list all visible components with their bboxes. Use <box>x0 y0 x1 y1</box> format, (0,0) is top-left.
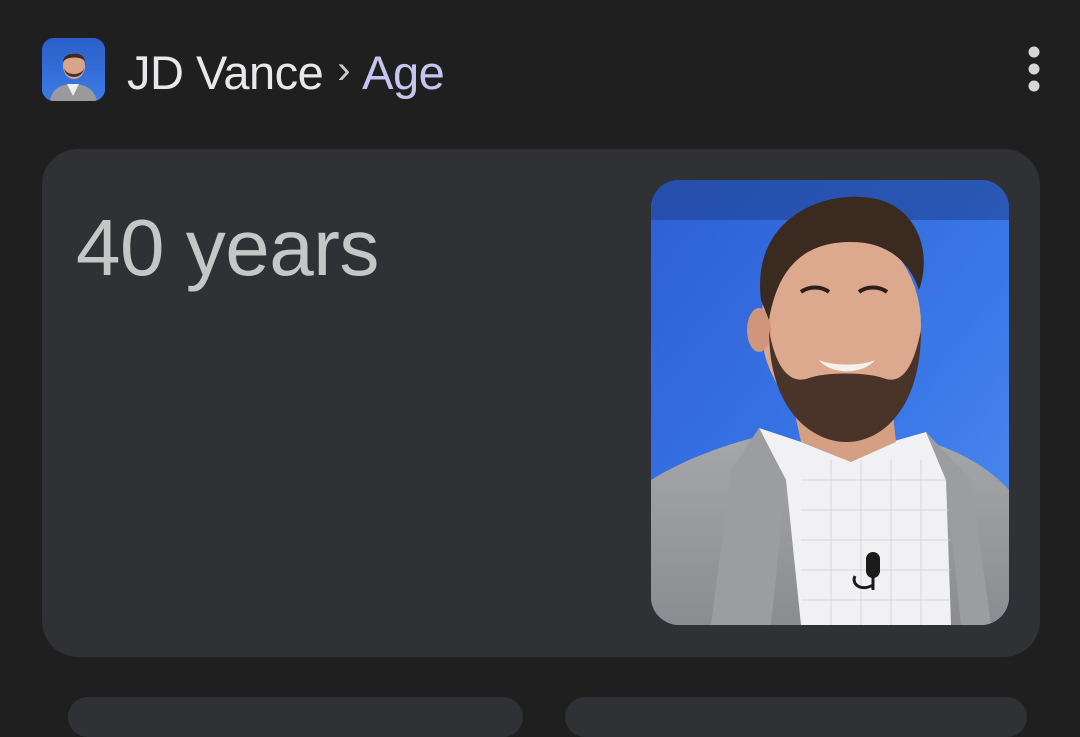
breadcrumb: JD Vance › Age <box>127 40 445 104</box>
entity-thumbnail[interactable] <box>42 38 105 101</box>
person-portrait-icon <box>651 180 1009 625</box>
more-vertical-icon <box>1028 46 1040 92</box>
entity-image[interactable] <box>651 180 1009 625</box>
answer-value: 40 years <box>76 203 379 292</box>
result-header: JD Vance › Age <box>0 0 1080 145</box>
related-card[interactable] <box>68 697 523 737</box>
breadcrumb-entity[interactable]: JD Vance <box>127 45 324 100</box>
related-card[interactable] <box>565 697 1027 737</box>
breadcrumb-attribute: Age <box>362 45 445 99</box>
answer-card[interactable]: 40 years <box>42 149 1040 657</box>
person-thumbnail-icon <box>42 38 105 101</box>
more-options-button[interactable] <box>1010 40 1058 100</box>
breadcrumb-separator: › <box>337 47 351 92</box>
